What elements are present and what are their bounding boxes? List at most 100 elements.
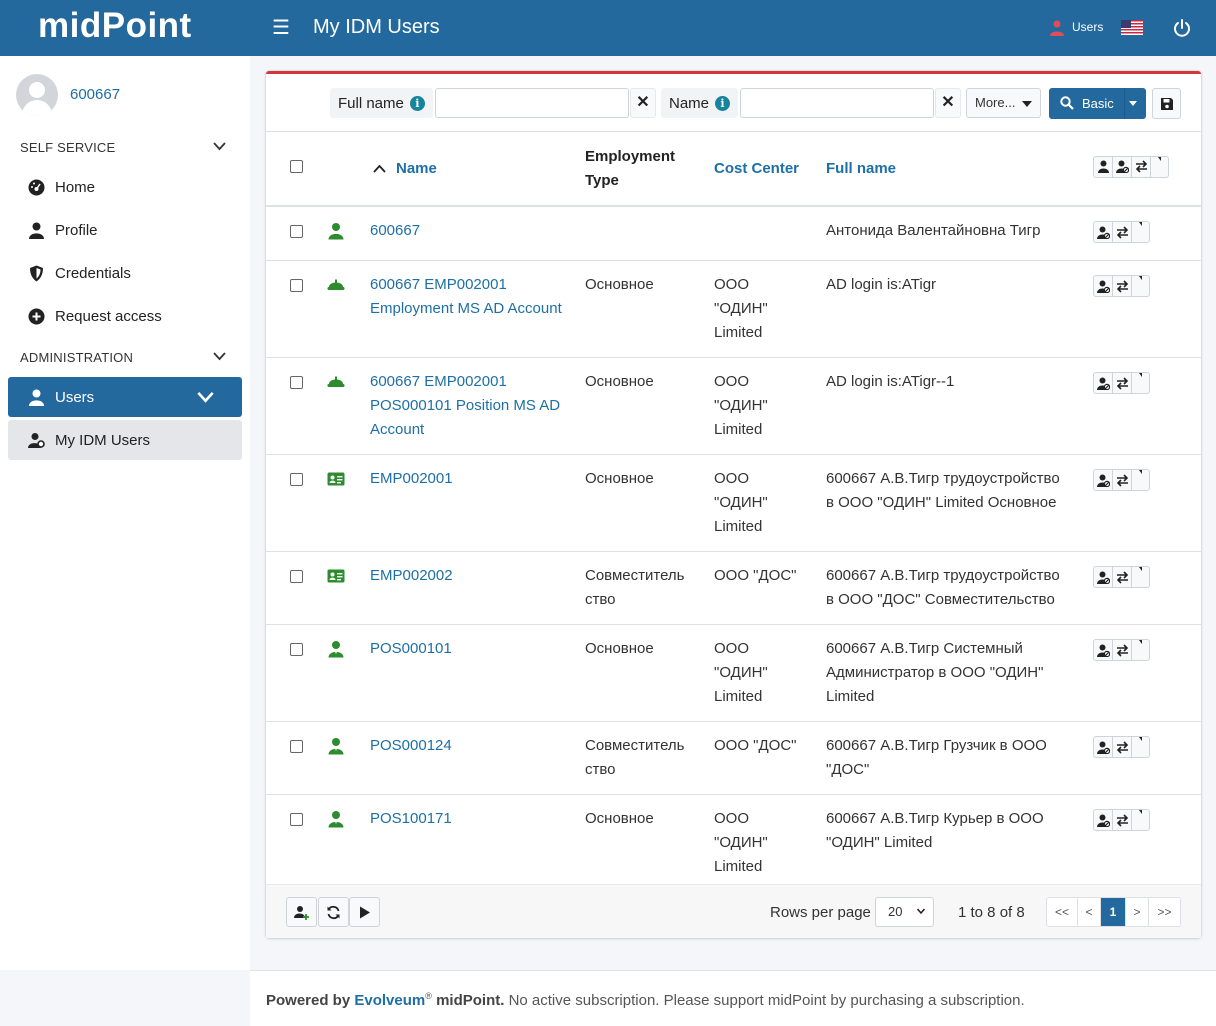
section-administration[interactable]: ADMINISTRATION [20,350,133,365]
user-slash-icon[interactable] [1094,737,1113,757]
clear-full-name-icon[interactable]: ✕ [630,88,656,118]
table-row[interactable]: 600667 EMP002001 POS000101 Position MS AD… [266,357,1201,455]
caret-down-icon[interactable] [1132,810,1149,830]
row-checkbox[interactable] [290,376,303,389]
exchange-icon[interactable] [1113,222,1132,242]
sidebar-item-users[interactable]: Users [8,377,242,417]
refresh-button[interactable] [318,897,349,927]
table-row[interactable]: POS000101 Основное ООО "ОДИН" Limited 600667 … [266,624,1201,722]
us-flag-icon[interactable] [1121,20,1143,35]
info-icon[interactable]: i [715,95,731,111]
row-name-link[interactable]: 600667 EMP002001 Employment MS AD Account [370,276,562,317]
top-bar: midPoint ☰ My IDM Users Users [0,0,1216,56]
sidebar-item-label: Profile [55,221,98,239]
user-menu-label[interactable]: Users [1072,20,1103,34]
chevron-down-icon[interactable] [213,352,226,361]
sort-ascending-icon[interactable] [373,164,386,173]
row-checkbox[interactable] [290,279,303,292]
row-name-link[interactable]: EMP002002 [370,567,453,584]
user-slash-icon[interactable] [1094,276,1113,296]
exchange-icon[interactable] [1113,276,1132,296]
row-name-link[interactable]: 600667 EMP002001 POS000101 Position MS AD… [370,373,560,438]
row-checkbox[interactable] [290,570,303,583]
caret-down-icon[interactable] [1132,567,1149,587]
sidebar-item-profile[interactable]: Profile [8,210,242,250]
row-name-link[interactable]: POS000124 [370,737,452,754]
sidebar-item-credentials[interactable]: Credentials [8,253,242,293]
table-row[interactable]: POS000124 Совместитель ство ООО "ДОС" 600667… [266,721,1201,795]
column-header-full-name[interactable]: Full name [826,132,1093,207]
rows-per-page-select[interactable]: 20 [875,897,934,927]
new-user-button[interactable] [286,897,317,927]
exchange-icon[interactable] [1113,470,1132,490]
caret-down-icon[interactable] [1132,222,1149,242]
column-header-cost-center[interactable]: Cost Center [714,132,826,207]
user-slash-icon[interactable] [1094,222,1113,242]
table-row[interactable]: 600667 EMP002001 Employment MS AD Account… [266,260,1201,358]
table-row[interactable]: EMP002002 Совместитель ство ООО "ДОС" 600667… [266,551,1201,625]
row-checkbox[interactable] [290,740,303,753]
menu-toggle-icon[interactable]: ☰ [272,15,290,40]
logo[interactable]: midPoint [38,6,192,46]
user-slash-icon[interactable] [1094,567,1113,587]
user-slash-icon[interactable] [1094,373,1113,393]
user-slash-icon[interactable] [1094,640,1113,660]
table-row[interactable]: POS100171 Основное ООО "ОДИН" Limited 600667 … [266,794,1201,892]
sidebar-username[interactable]: 600667 [70,86,120,103]
row-name-link[interactable]: EMP002001 [370,470,453,487]
exchange-icon[interactable] [1132,156,1151,177]
caret-down-icon[interactable] [1151,156,1168,177]
sidebar-user-panel[interactable]: 600667 [16,74,246,116]
caret-down-icon[interactable] [1129,101,1137,106]
name-search-input[interactable] [740,88,934,118]
user-slash-icon[interactable] [1094,810,1113,830]
table-row[interactable]: EMP002001 Основное ООО "ОДИН" Limited 600667 … [266,454,1201,552]
caret-down-icon[interactable] [1132,373,1149,393]
sidebar-item-request-access[interactable]: Request access [8,296,242,336]
user-icon[interactable] [1050,20,1064,36]
row-checkbox[interactable] [290,643,303,656]
row-name-link[interactable]: POS100171 [370,810,452,827]
table-row[interactable]: 600667 Антонида Валентайновна Тигр [266,206,1201,261]
page-prev-button[interactable]: < [1078,898,1101,926]
row-actions-group [1093,736,1150,758]
footer-evolveum-link[interactable]: Evolveum [354,992,425,1009]
sidebar-item-home[interactable]: Home [8,167,242,207]
select-all-checkbox[interactable] [290,159,303,173]
row-checkbox[interactable] [290,813,303,826]
exchange-icon[interactable] [1113,810,1132,830]
caret-down-icon[interactable] [1132,276,1149,296]
chevron-down-icon[interactable] [213,142,226,151]
cell-cost-center: ООО "ОДИН" Limited [714,454,826,552]
caret-down-icon[interactable] [1132,737,1149,757]
clear-name-icon[interactable]: ✕ [935,88,961,118]
play-button[interactable] [349,897,380,927]
row-checkbox[interactable] [290,473,303,486]
page-first-button[interactable]: << [1047,898,1078,926]
more-filters-dropdown[interactable]: More... [966,88,1041,118]
exchange-icon[interactable] [1113,373,1132,393]
user-slash-icon[interactable] [1094,470,1113,490]
row-name-link[interactable]: POS000101 [370,640,452,657]
row-name-link[interactable]: 600667 [370,222,420,239]
caret-down-icon[interactable] [1132,470,1149,490]
page-next-button[interactable]: > [1126,898,1149,926]
user-icon[interactable] [1094,156,1113,177]
row-checkbox[interactable] [290,225,303,238]
search-basic-button[interactable]: Basic [1049,88,1146,119]
exchange-icon[interactable] [1113,737,1132,757]
info-icon[interactable]: i [409,95,425,111]
section-self-service[interactable]: SELF SERVICE [20,140,115,155]
full-name-search-input[interactable] [435,88,629,118]
column-header-name[interactable]: Name [370,132,585,207]
user-slash-icon[interactable] [1113,156,1132,177]
sidebar-item-my-idm-users[interactable]: My IDM Users [8,420,242,460]
chevron-down-icon[interactable] [197,389,214,406]
save-search-button[interactable] [1152,88,1181,119]
page-last-button[interactable]: >> [1149,898,1180,926]
caret-down-icon[interactable] [1132,640,1149,660]
page-current-button[interactable]: 1 [1101,898,1126,926]
logout-power-icon[interactable] [1172,18,1192,38]
exchange-icon[interactable] [1113,567,1132,587]
exchange-icon[interactable] [1113,640,1132,660]
